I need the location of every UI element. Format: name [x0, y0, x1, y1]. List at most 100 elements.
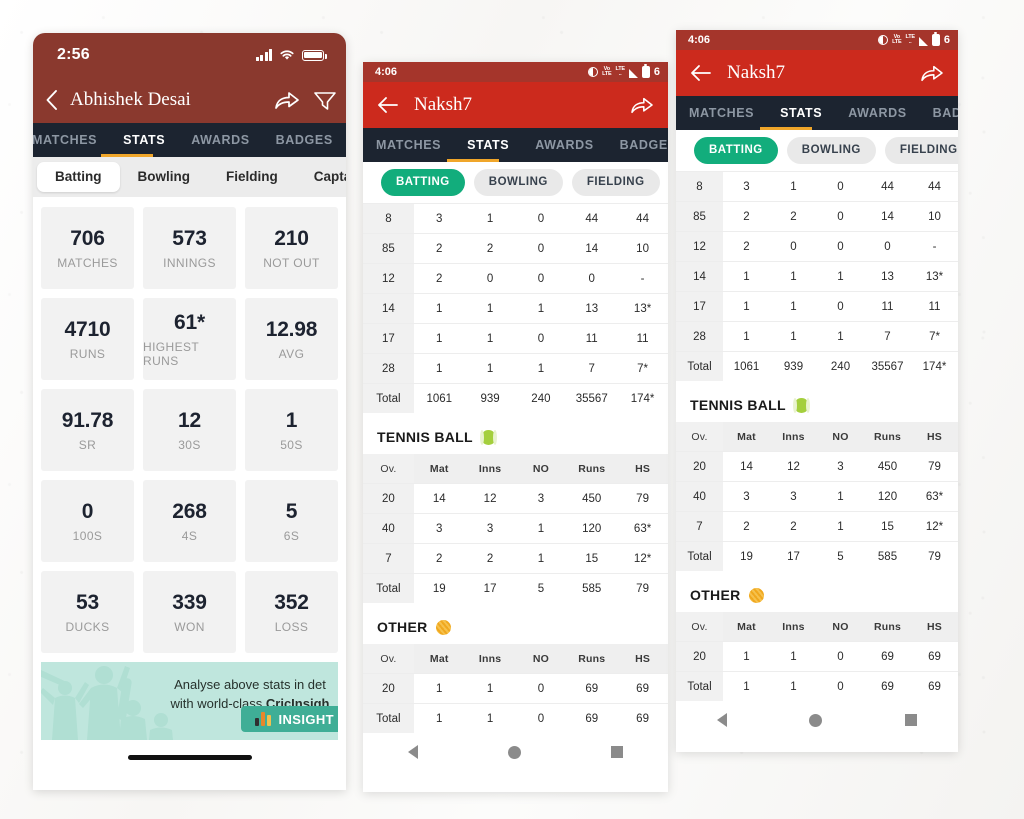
filter-icon[interactable] [314, 89, 336, 111]
stat-value: 339 [172, 590, 207, 614]
table-cell: 2 [723, 231, 770, 262]
share-icon[interactable] [274, 89, 300, 111]
table-header-row: Ov. Mat Inns NO Runs HS [676, 422, 958, 452]
column-header: HS [911, 422, 958, 452]
table-total-row: Total 19 17 5 585 79 [363, 573, 668, 603]
table-cell: 79 [911, 451, 958, 482]
subtab-fielding[interactable]: Fielding [208, 162, 296, 192]
table-cell: 8 [676, 171, 723, 202]
table-cell: 20 [363, 673, 414, 704]
tab-badges[interactable]: BADGES [607, 128, 668, 162]
tab-badges[interactable]: BADGES [263, 123, 346, 157]
insights-button[interactable]: INSIGHT [241, 706, 338, 732]
table-header-row: Ov. Mat Inns NO Runs HS [363, 454, 668, 484]
table-cell: 1 [515, 513, 567, 544]
cricinsights-promo-banner[interactable]: Analyse above stats in det with world-cl… [41, 662, 338, 740]
ios-home-indicator[interactable] [33, 740, 346, 774]
arrow-left-icon[interactable] [690, 64, 711, 82]
format-pill-row[interactable]: BATTING BOWLING FIELDING CAPTAIN [363, 162, 668, 203]
battery-level: 6 [943, 34, 950, 46]
stat-value: 61* [174, 310, 205, 334]
table-cell: 44 [911, 171, 958, 202]
tab-matches[interactable]: MATCHES [363, 128, 454, 162]
stat-card: 339 WON [143, 571, 236, 653]
column-header: Ov. [363, 644, 414, 674]
nav-home-icon[interactable] [508, 745, 521, 759]
format-pill-row[interactable]: BATTING BOWLING FIELDING CAPTAIN [676, 130, 958, 171]
pill-batting[interactable]: BATTING [381, 169, 465, 196]
table-cell: 12 [770, 451, 817, 482]
android-tab-bar[interactable]: MATCHES STATS AWARDS BADGES TEAM [363, 128, 668, 162]
battery-level: 6 [653, 66, 660, 78]
tab-stats[interactable]: STATS [110, 123, 178, 157]
stat-label: NOT OUT [263, 255, 320, 270]
tab-badges[interactable]: BADGES [920, 96, 958, 130]
stat-card: 706 MATCHES [41, 207, 134, 289]
status-time: 4:06 [375, 66, 398, 78]
nav-recents-icon[interactable] [611, 746, 623, 758]
table-cell: 28 [676, 321, 723, 352]
tennis-ball-icon [479, 429, 497, 445]
pill-bowling[interactable]: BOWLING [786, 137, 876, 164]
tab-matches[interactable]: MATCHES [33, 123, 110, 157]
phone-screenshot-android-2: 4:06 Vo LTE LTE.. 6 Naksh7 MATCHES STATS … [676, 30, 958, 752]
android-status-bar: 4:06 Vo LTE LTE.. 6 [676, 30, 958, 50]
table-cell: 1 [817, 511, 864, 542]
android-nav-bar[interactable] [363, 733, 668, 771]
tab-awards[interactable]: AWARDS [178, 123, 262, 157]
table-cell: 19 [413, 573, 465, 603]
do-not-disturb-icon [878, 35, 889, 45]
phone-screenshot-android-1: 4:06 Vo LTE LTE.. 6 Naksh7 MATCHES STATS … [363, 62, 668, 792]
table-header-row: Ov. Mat Inns NO Runs HS [676, 612, 958, 642]
stats-sections: 8 3 1 0 44 44 85 2 2 0 14 10 12 2 0 0 0-14 1 1 1 13 13* 17 1 1 0 1… [676, 171, 958, 701]
table-cell: 240 [515, 383, 567, 413]
table-cell: 0 [817, 671, 864, 701]
nav-back-icon[interactable] [717, 713, 728, 727]
pill-fielding[interactable]: FIELDING [571, 169, 660, 196]
android-tab-bar[interactable]: MATCHES STATS AWARDS BADGES TEAM [676, 96, 958, 130]
share-icon[interactable] [630, 95, 654, 115]
android-status-bar: 4:06 Vo LTE LTE.. 6 [363, 62, 668, 82]
table-cell: 174* [617, 383, 668, 413]
table-cell: 12 [363, 263, 414, 294]
stat-value: 0 [81, 499, 94, 523]
table-cell: 0 [566, 263, 618, 294]
tab-stats[interactable]: STATS [454, 128, 522, 162]
stat-value: 268 [172, 499, 207, 523]
pill-fielding[interactable]: FIELDING [884, 137, 958, 164]
nav-back-icon[interactable] [408, 745, 418, 759]
subtab-bowling[interactable]: Bowling [120, 162, 209, 192]
share-icon[interactable] [920, 63, 944, 83]
table-cell: 0 [515, 203, 567, 234]
phone-screenshot-ios: 2:56 Abhishek Desai MATCHES STATS AWARDS… [33, 33, 346, 790]
arrow-left-icon[interactable] [377, 96, 398, 114]
tab-stats[interactable]: STATS [767, 96, 835, 130]
column-header: Runs [864, 612, 911, 642]
table-cell: 69 [911, 671, 958, 701]
chevron-left-icon[interactable] [45, 89, 58, 111]
pill-batting[interactable]: BATTING [694, 137, 778, 164]
table-row: 20 14 12 3 450 79 [363, 483, 668, 514]
table-cell: 40 [363, 513, 414, 544]
tab-awards[interactable]: AWARDS [835, 96, 919, 130]
android-nav-bar[interactable] [676, 701, 958, 739]
subtab-batting[interactable]: Batting [37, 162, 120, 192]
nav-recents-icon[interactable] [904, 714, 917, 726]
page-title: Naksh7 [727, 62, 786, 83]
table-cell: 1 [723, 261, 770, 292]
pill-bowling[interactable]: BOWLING [473, 169, 563, 196]
tab-matches[interactable]: MATCHES [676, 96, 767, 130]
stat-label: 100S [72, 528, 103, 543]
subtab-captain[interactable]: Captain [296, 162, 346, 192]
table-cell: 2 [723, 201, 770, 232]
ios-tab-bar[interactable]: MATCHES STATS AWARDS BADGES TEAMS [33, 123, 346, 157]
table-cell: 0 [515, 323, 567, 354]
nav-home-icon[interactable] [809, 713, 823, 727]
tab-awards[interactable]: AWARDS [522, 128, 606, 162]
column-header: Mat [413, 644, 465, 674]
stat-label: 50S [280, 437, 303, 452]
stat-label: SR [78, 437, 97, 452]
column-header: NO [515, 454, 567, 484]
table-cell: 1 [515, 293, 567, 324]
stats-subtab-bar[interactable]: Batting Bowling Fielding Captain [33, 157, 346, 197]
